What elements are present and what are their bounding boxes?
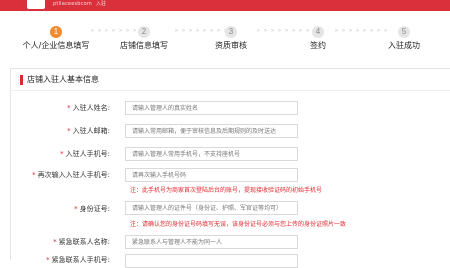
section-accent-bar <box>20 75 23 85</box>
required-mark: * <box>74 205 78 213</box>
top-header-bar: ptllaceesbcom 入驻 <box>0 0 450 11</box>
emergency-phone-input[interactable] <box>125 254 298 268</box>
step-label-1: 个人/企业信息填写 <box>22 41 90 50</box>
phone-input[interactable] <box>125 147 298 161</box>
step-number-3: 3 <box>225 26 237 38</box>
required-mark: * <box>46 256 50 264</box>
step-label-4: 签约 <box>310 41 326 50</box>
id-card-input[interactable] <box>125 201 298 215</box>
phone-confirm-input[interactable] <box>125 168 298 182</box>
id-card-note: 注：请确认您的身份证号码填写无误，该身份证号必须与您上传的身份证照片一致 <box>130 221 347 228</box>
emergency-name-input[interactable] <box>125 235 298 249</box>
emergency-phone-label: * 紧急联系人手机号: <box>46 256 110 264</box>
required-mark: * <box>67 104 71 112</box>
progress-steps: 1 个人/企业信息填写 > > > > > > > > 2 店铺信息填写 > >… <box>0 26 450 58</box>
required-mark: * <box>60 150 64 158</box>
step-label-5: 入驻成功 <box>388 41 420 50</box>
step-sign-contract: 4 签约 <box>298 26 338 51</box>
step-success: 5 入驻成功 <box>376 26 432 51</box>
phone-confirm-label: * 再次输入入驻人手机号: <box>32 171 110 179</box>
name-label: * 入驻人姓名: <box>67 104 110 112</box>
emergency-name-label: * 紧急联系人名称: <box>53 238 110 246</box>
step-personal-info: 1 个人/企业信息填写 <box>16 26 96 51</box>
step-label-2: 店铺信息填写 <box>120 41 168 50</box>
step-number-5: 5 <box>398 26 410 38</box>
email-input[interactable] <box>125 124 298 138</box>
applicant-info-section: 店铺入驻人基本信息 <box>10 68 450 260</box>
id-card-label: * 身份证号: <box>74 205 110 213</box>
phone-label: * 入驻人手机号: <box>60 150 110 158</box>
step-number-2: 2 <box>138 26 150 38</box>
logo-subtext: 入驻 <box>96 1 107 7</box>
step-store-info: 2 店铺信息填写 <box>112 26 176 51</box>
phone-note: 注：此手机号为商家首次登陆后台的账号，提现接收验证码的初始手机号 <box>130 187 323 194</box>
logo-text: ptllaceesbcom <box>53 1 92 7</box>
email-label: * 入驻人邮箱: <box>67 127 110 135</box>
required-mark: * <box>53 238 57 246</box>
step-number-4: 4 <box>312 26 324 38</box>
required-mark: * <box>32 171 36 179</box>
section-header: 店铺入驻人基本信息 <box>11 69 450 91</box>
name-input[interactable] <box>125 101 298 115</box>
site-logo[interactable] <box>27 0 45 9</box>
required-mark: * <box>67 127 71 135</box>
section-title: 店铺入驻人基本信息 <box>27 75 99 84</box>
step-number-1: 1 <box>50 26 62 38</box>
step-label-3: 资质审核 <box>215 41 247 50</box>
